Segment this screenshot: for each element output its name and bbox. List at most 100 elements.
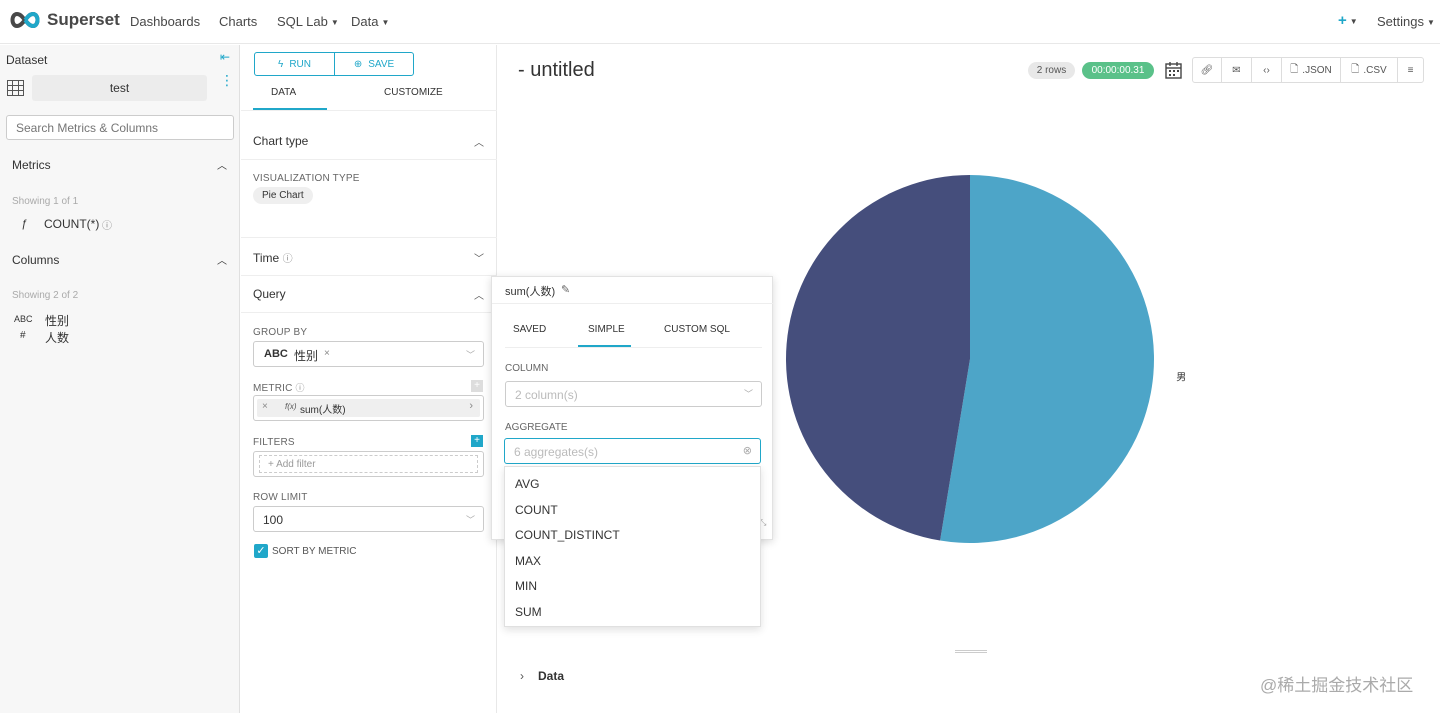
control-panel: ϟ RUN ⊕ SAVE DATA CUSTOMIZE Chart type ︿ V… [241, 45, 497, 713]
aggregate-option[interactable]: MIN [515, 579, 537, 593]
aggregate-option[interactable]: AVG [515, 477, 539, 491]
divider [241, 110, 497, 111]
column-item[interactable]: 性别 [45, 312, 69, 329]
chevron-up-icon[interactable]: ︿ [474, 287, 484, 302]
divider [241, 275, 497, 276]
nav-data[interactable]: Data ▼ [351, 14, 389, 29]
chevron-right-icon[interactable]: › [520, 669, 524, 683]
nav-charts[interactable]: Charts [219, 14, 257, 29]
filters-label: FILTERS [253, 437, 295, 448]
data-section-toggle[interactable]: Data [538, 669, 564, 683]
popover-title[interactable]: sum(人数) [505, 283, 555, 299]
dataset-name[interactable]: test [32, 75, 207, 101]
export-csv-button[interactable]: 🗋 .CSV [1340, 57, 1398, 83]
email-button[interactable]: ✉ [1221, 57, 1252, 83]
export-json-button[interactable]: 🗋 .JSON [1281, 57, 1341, 83]
file-icon: 🗋 [1351, 63, 1360, 75]
nav-sql-lab[interactable]: SQL Lab ▼ [277, 14, 339, 29]
copy-link-button[interactable]: 🔗︎ [1192, 57, 1222, 83]
column-item[interactable]: 人数 [45, 329, 69, 346]
viz-type-select[interactable]: Pie Chart [253, 187, 313, 204]
embed-code-button[interactable]: ‹› [1251, 57, 1282, 83]
hamburger-icon: ≡ [1407, 64, 1414, 76]
tab-customize[interactable]: CUSTOMIZE [384, 87, 443, 98]
chart-title[interactable]: - untitled [518, 59, 595, 82]
file-icon: 🗋 [1290, 63, 1299, 75]
more-menu-button[interactable]: ≡ [1397, 57, 1424, 83]
new-plus-menu[interactable]: + ▼ [1338, 12, 1358, 29]
chevron-down-icon[interactable]: ﹀ [474, 250, 484, 265]
tab-saved[interactable]: SAVED [513, 324, 546, 335]
watermark: @稀土掘金技术社区 [1260, 676, 1414, 695]
run-label: RUN [289, 58, 311, 70]
superset-logo[interactable]: Superset [8, 10, 120, 30]
divider [241, 237, 497, 238]
pie-slice[interactable] [940, 175, 1154, 543]
sort-by-metric-checkbox[interactable]: ✓ [254, 544, 268, 558]
aggregate-option[interactable]: MAX [515, 554, 541, 568]
query-section-title[interactable]: Query [253, 287, 286, 301]
bolt-icon: ϟ [278, 58, 284, 70]
tab-custom-sql[interactable]: CUSTOM SQL [664, 324, 730, 335]
chevron-down-icon: ﹀ [465, 350, 475, 360]
group-by-select[interactable]: ABC 性别 × ﹀ [253, 341, 484, 367]
pie-chart: 男 [785, 175, 1186, 543]
aggregate-option[interactable]: COUNT [515, 503, 558, 517]
row-limit-select[interactable]: 100 ﹀ [253, 506, 484, 532]
metric-item[interactable]: COUNT(*) [44, 217, 99, 231]
dataset-menu-icon[interactable]: ⋮ [220, 73, 234, 87]
column-select[interactable]: 2 column(s) ﹀ [505, 381, 762, 407]
aggregate-option[interactable]: COUNT_DISTINCT [515, 528, 620, 542]
aggregate-dropdown: AVG COUNT COUNT_DISTINCT MAX MIN SUM [504, 466, 761, 627]
chevron-down-icon: ﹀ [743, 389, 753, 399]
resize-handle[interactable] [955, 650, 987, 653]
row-limit-label: ROW LIMIT [253, 492, 308, 503]
pie-slice-label: 男 [1176, 371, 1186, 383]
save-button[interactable]: ⊕ SAVE [334, 52, 414, 76]
json-label: .JSON [1302, 64, 1332, 76]
tab-data[interactable]: DATA [271, 87, 296, 98]
aggregate-option[interactable]: SUM [515, 605, 542, 619]
csv-label: .CSV [1363, 64, 1387, 76]
question-circle-icon: ⓘ [102, 221, 112, 232]
add-metric-button[interactable]: + [471, 380, 483, 392]
add-filter-button[interactable]: + Add filter [259, 455, 478, 473]
nav-data-label: Data [351, 14, 379, 29]
run-button[interactable]: ϟ RUN [254, 52, 335, 76]
plus-icon: + [268, 459, 277, 470]
nav-dashboards[interactable]: Dashboards [130, 14, 200, 29]
metric-label-text: METRIC [253, 383, 293, 394]
pie-slice[interactable] [785, 175, 970, 541]
code-icon: ‹› [1263, 64, 1270, 76]
settings-menu[interactable]: Settings ▼ [1377, 14, 1435, 29]
add-filter-plus-button[interactable]: + [471, 435, 483, 447]
chevron-up-icon[interactable]: ︿ [474, 134, 484, 149]
chevron-up-icon[interactable]: ︿ [217, 157, 227, 172]
calendar-icon[interactable] [1165, 61, 1182, 79]
collapse-panel-icon[interactable]: ⇤ [220, 50, 230, 64]
time-section-title[interactable]: Time ⓘ [253, 250, 293, 265]
chart-type-title[interactable]: Chart type [253, 134, 308, 148]
brand-name: Superset [47, 10, 120, 29]
superset-logo-icon [10, 11, 40, 29]
clear-icon[interactable]: ⊗ [743, 444, 752, 457]
nav-sql-lab-label: SQL Lab [277, 14, 328, 29]
plus-icon: + [474, 435, 480, 446]
search-input[interactable] [6, 115, 234, 140]
function-icon: ƒ [21, 218, 28, 230]
aggregate-placeholder: 6 aggregates(s) [514, 445, 599, 459]
remove-icon[interactable]: × [324, 348, 330, 359]
chevron-up-icon[interactable]: ︿ [217, 252, 227, 267]
metric-pill[interactable]: × f(x) sum(人数) › [257, 399, 480, 417]
divider [241, 159, 497, 160]
rows-badge: 2 rows [1028, 62, 1075, 79]
group-by-value: 性别 [294, 349, 319, 363]
tab-simple[interactable]: SIMPLE [588, 324, 625, 335]
sort-by-metric-label: SORT BY METRIC [272, 546, 357, 557]
link-icon: 🔗︎ [1200, 64, 1214, 76]
remove-icon[interactable]: × [262, 401, 268, 412]
aggregate-select[interactable]: 6 aggregates(s) ⊗ [504, 438, 761, 464]
viz-type-value: Pie Chart [262, 190, 304, 201]
pencil-icon[interactable]: ✎ [561, 283, 570, 296]
envelope-icon: ✉ [1232, 64, 1241, 76]
